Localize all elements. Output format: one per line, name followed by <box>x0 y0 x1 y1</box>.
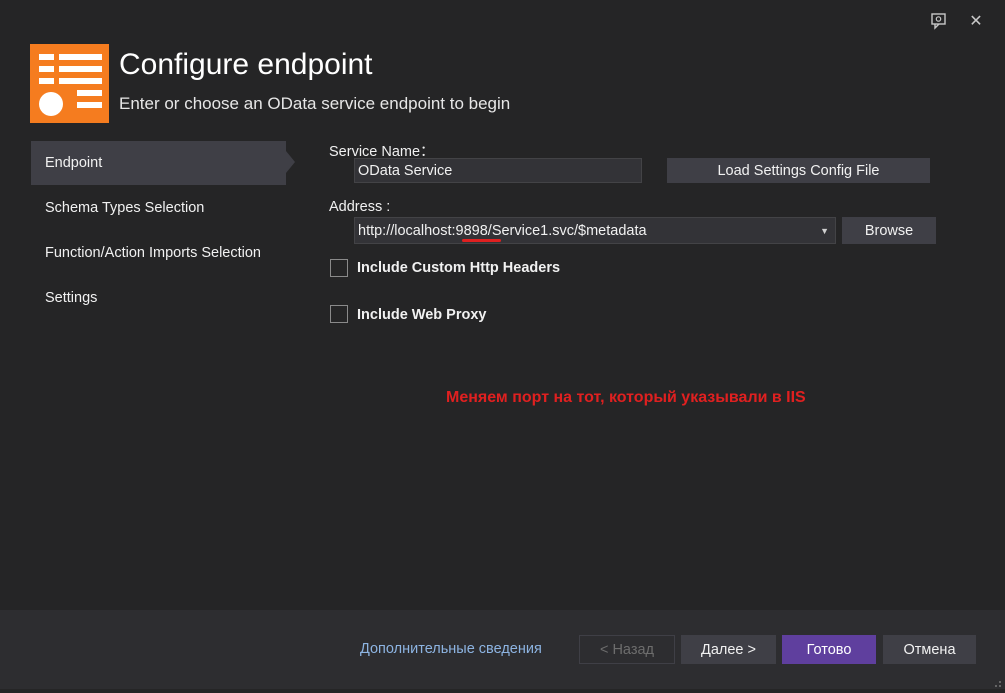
sidebar-item-function-imports[interactable]: Function/Action Imports Selection <box>31 231 286 275</box>
close-icon[interactable]: ✕ <box>964 9 988 33</box>
sidebar-item-label: Schema Types Selection <box>45 200 205 216</box>
finish-button[interactable]: Готово <box>782 635 876 664</box>
active-item-pointer <box>286 151 295 173</box>
page-subtitle: Enter or choose an OData service endpoin… <box>119 94 511 113</box>
include-headers-label: Include Custom Http Headers <box>357 260 561 276</box>
browse-button[interactable]: Browse <box>842 217 936 244</box>
sidebar-item-settings[interactable]: Settings <box>31 276 286 320</box>
load-settings-button[interactable]: Load Settings Config File <box>667 158 930 183</box>
odata-logo <box>30 44 109 123</box>
address-label: Address : <box>329 199 391 215</box>
port-underline-mark <box>462 239 501 242</box>
sidebar-item-endpoint[interactable]: Endpoint <box>31 141 286 185</box>
back-button[interactable]: < Назад <box>579 635 675 664</box>
port-annotation: Меняем порт на тот, который указывали в … <box>446 389 806 406</box>
include-proxy-checkbox[interactable] <box>330 305 348 323</box>
address-combobox[interactable]: http://localhost:9898/Service1.svc/$meta… <box>354 217 836 244</box>
sidebar-item-label: Settings <box>45 290 98 306</box>
include-headers-checkbox[interactable] <box>330 259 348 277</box>
next-button[interactable]: Далее > <box>681 635 776 664</box>
resize-grip-icon[interactable] <box>990 675 1002 687</box>
sidebar-item-label: Endpoint <box>45 155 103 171</box>
more-info-link[interactable]: Дополнительные сведения <box>360 641 542 657</box>
sidebar-item-label: Function/Action Imports Selection <box>45 245 261 261</box>
sidebar-item-schema-types[interactable]: Schema Types Selection <box>31 186 286 230</box>
include-proxy-label: Include Web Proxy <box>357 307 487 323</box>
service-name-input[interactable]: OData Service <box>354 158 642 183</box>
feedback-icon[interactable] <box>927 9 951 33</box>
chevron-down-icon[interactable]: ▼ <box>820 218 829 243</box>
address-value: http://localhost:9898/Service1.svc/$meta… <box>358 222 647 239</box>
cancel-button[interactable]: Отмена <box>883 635 976 664</box>
page-title: Configure endpoint <box>119 48 373 81</box>
